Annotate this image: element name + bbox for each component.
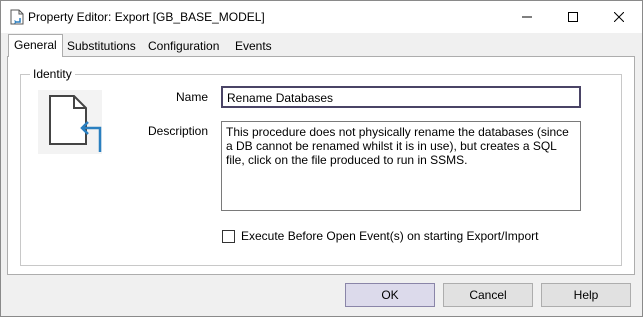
tab-configuration[interactable]: Configuration xyxy=(143,37,224,55)
close-icon xyxy=(614,12,624,22)
document-edit-icon xyxy=(10,9,24,25)
window-title: Property Editor: Export [GB_BASE_MODEL] xyxy=(28,10,265,24)
general-tab-panel: Identity Name Rename Databases Descripti… xyxy=(7,56,635,275)
identity-group-label: Identity xyxy=(30,67,75,81)
name-label: Name xyxy=(176,90,209,104)
description-label: Description xyxy=(148,124,209,138)
minimize-icon xyxy=(522,16,532,18)
tab-general[interactable]: General xyxy=(8,34,63,57)
maximize-button[interactable] xyxy=(550,1,596,33)
tab-strip: General Substitutions Configuration Even… xyxy=(1,34,642,57)
maximize-icon xyxy=(568,12,578,22)
title-bar: Property Editor: Export [GB_BASE_MODEL] xyxy=(1,1,642,33)
document-arrow-icon xyxy=(38,90,102,154)
ok-button[interactable]: OK xyxy=(345,283,435,307)
ok-button-label: OK xyxy=(381,288,399,302)
description-field-value: This procedure does not physically renam… xyxy=(226,125,569,167)
property-editor-window: Property Editor: Export [GB_BASE_MODEL] … xyxy=(0,0,643,317)
tab-label: Configuration xyxy=(148,39,220,53)
execute-before-open-checkbox[interactable] xyxy=(222,229,235,243)
identity-groupbox: Identity Name Rename Databases Descripti… xyxy=(20,67,622,266)
help-button[interactable]: Help xyxy=(541,283,631,307)
minimize-button[interactable] xyxy=(504,1,550,33)
cancel-button[interactable]: Cancel xyxy=(443,283,533,307)
cancel-button-label: Cancel xyxy=(469,288,507,302)
close-button[interactable] xyxy=(596,1,642,33)
execute-before-open-label: Execute Before Open Event(s) on starting… xyxy=(241,229,539,243)
tab-substitutions[interactable]: Substitutions xyxy=(62,37,141,55)
tab-label: General xyxy=(14,38,57,52)
name-field-value: Rename Databases xyxy=(227,91,334,105)
help-button-label: Help xyxy=(573,288,599,302)
tab-label: Events xyxy=(235,39,272,53)
description-field[interactable]: This procedure does not physically renam… xyxy=(221,121,581,211)
execute-before-open-option[interactable]: Execute Before Open Event(s) on starting… xyxy=(222,228,538,244)
name-field[interactable]: Rename Databases xyxy=(221,86,581,108)
tab-label: Substitutions xyxy=(67,39,136,53)
tab-events[interactable]: Events xyxy=(230,37,277,55)
